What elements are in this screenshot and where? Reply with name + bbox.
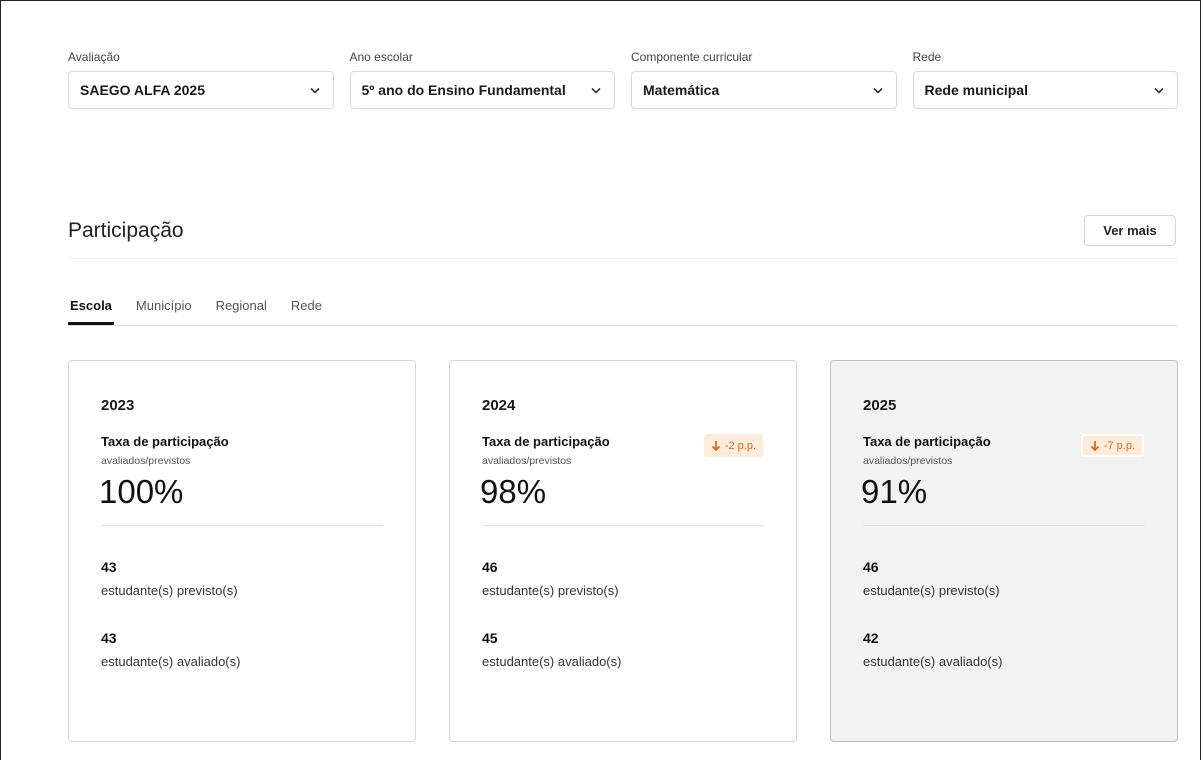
expected-count: 43 bbox=[101, 559, 117, 575]
participation-rate: 91% bbox=[861, 473, 928, 510]
rede-select[interactable]: Rede municipal bbox=[912, 71, 1178, 109]
change-value: -7 p.p. bbox=[1103, 439, 1135, 452]
card-divider bbox=[863, 525, 1145, 526]
arrow-down-icon bbox=[711, 440, 721, 452]
tabs-divider bbox=[68, 325, 1177, 326]
select-value: Matemática bbox=[643, 82, 720, 98]
chevron-down-icon bbox=[1153, 84, 1165, 96]
avaliacao-select[interactable]: SAEGO ALFA 2025 bbox=[68, 71, 334, 109]
evaluated-count: 43 bbox=[101, 630, 117, 646]
card-divider bbox=[482, 525, 764, 526]
ano-escolar-select[interactable]: 5º ano do Ensino Fundamental bbox=[349, 71, 615, 109]
expected-count: 46 bbox=[863, 559, 879, 575]
card-year: 2024 bbox=[482, 397, 516, 414]
change-value: -2 p.p. bbox=[724, 439, 756, 452]
tab-escola[interactable]: Escola bbox=[68, 298, 114, 325]
participation-rate: 98% bbox=[480, 473, 547, 510]
evaluated-label: estudante(s) avaliado(s) bbox=[863, 654, 1003, 669]
filter-rede: Rede Rede municipal bbox=[912, 50, 1178, 109]
evaluated-label: estudante(s) avaliado(s) bbox=[482, 654, 622, 669]
filter-label: Componente curricular bbox=[631, 50, 753, 64]
filter-avaliacao: Avaliação SAEGO ALFA 2025 bbox=[68, 50, 334, 109]
tab-municipio[interactable]: Município bbox=[134, 298, 194, 325]
filter-label: Ano escolar bbox=[349, 50, 413, 64]
filter-bar: Avaliação SAEGO ALFA 2025 Ano escolar 5º… bbox=[68, 50, 1178, 109]
filter-ano-escolar: Ano escolar 5º ano do Ensino Fundamental bbox=[349, 50, 615, 109]
filter-componente: Componente curricular Matemática bbox=[631, 50, 897, 109]
change-badge: -2 p.p. bbox=[703, 434, 763, 457]
rate-sublabel: avaliados/previstos bbox=[482, 455, 572, 467]
tab-rede[interactable]: Rede bbox=[289, 298, 324, 325]
section-title: Participação bbox=[68, 219, 184, 242]
expected-label: estudante(s) previsto(s) bbox=[482, 583, 619, 598]
rate-label: Taxa de participação bbox=[101, 434, 229, 449]
divider bbox=[68, 258, 1177, 259]
change-badge: -7 p.p. bbox=[1080, 434, 1144, 457]
participation-card-2024: 2024 Taxa de participação -2 p.p. avalia… bbox=[449, 360, 797, 742]
participation-card-2023: 2023 Taxa de participação avaliados/prev… bbox=[68, 360, 416, 742]
evaluated-count: 42 bbox=[863, 630, 879, 646]
evaluated-count: 45 bbox=[482, 630, 498, 646]
chevron-down-icon bbox=[309, 84, 321, 96]
select-value: SAEGO ALFA 2025 bbox=[80, 82, 206, 98]
rate-label: Taxa de participação bbox=[863, 434, 991, 449]
scope-tabs: Escola Município Regional Rede bbox=[68, 298, 344, 325]
expected-label: estudante(s) previsto(s) bbox=[863, 583, 1000, 598]
select-value: 5º ano do Ensino Fundamental bbox=[361, 82, 566, 98]
componente-select[interactable]: Matemática bbox=[631, 71, 897, 109]
expected-label: estudante(s) previsto(s) bbox=[101, 583, 238, 598]
rate-sublabel: avaliados/previstos bbox=[863, 455, 953, 467]
card-year: 2025 bbox=[863, 397, 897, 414]
participation-card-2025: 2025 Taxa de participação -7 p.p. avalia… bbox=[830, 360, 1178, 742]
arrow-down-icon bbox=[1090, 440, 1100, 452]
participation-rate: 100% bbox=[99, 473, 184, 510]
filter-label: Rede bbox=[912, 50, 942, 64]
chevron-down-icon bbox=[590, 84, 602, 96]
tab-regional[interactable]: Regional bbox=[214, 298, 269, 325]
evaluated-label: estudante(s) avaliado(s) bbox=[101, 654, 241, 669]
chevron-down-icon bbox=[872, 84, 884, 96]
card-year: 2023 bbox=[101, 397, 135, 414]
rate-sublabel: avaliados/previstos bbox=[101, 455, 191, 467]
expected-count: 46 bbox=[482, 559, 498, 575]
rate-label: Taxa de participação bbox=[482, 434, 610, 449]
ver-mais-button[interactable]: Ver mais bbox=[1084, 215, 1176, 246]
filter-label: Avaliação bbox=[68, 50, 120, 64]
card-divider bbox=[101, 525, 383, 526]
select-value: Rede municipal bbox=[924, 82, 1028, 98]
participation-cards: 2023 Taxa de participação avaliados/prev… bbox=[68, 360, 1178, 742]
